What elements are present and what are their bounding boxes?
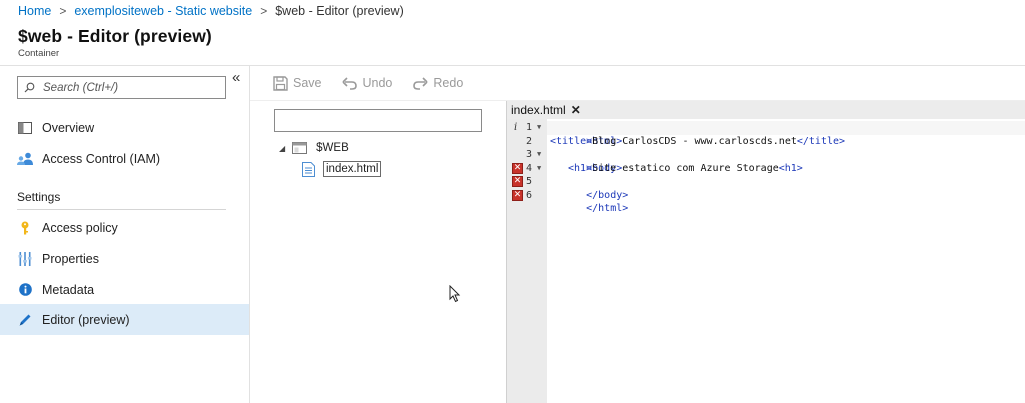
tree-file-label: index.html bbox=[323, 161, 382, 177]
gutter-line-2: 2 bbox=[507, 135, 547, 149]
undo-button[interactable]: Undo bbox=[341, 76, 393, 90]
sidebar: « Overview Access Control (IAM) Settings bbox=[0, 66, 250, 403]
breadcrumb-storage-account[interactable]: exemplositeweb - Static website bbox=[74, 4, 252, 18]
line-number: 5 bbox=[526, 176, 533, 187]
fold-arrow-icon[interactable]: ▼ bbox=[537, 162, 541, 176]
gutter-line-3: 3 ▼ bbox=[507, 148, 547, 162]
error-marker-icon[interactable]: ✕ bbox=[512, 162, 523, 174]
line-number: 1 bbox=[526, 122, 533, 133]
redo-icon bbox=[413, 76, 428, 90]
sidebar-item-label: Editor (preview) bbox=[42, 312, 130, 327]
save-icon bbox=[273, 75, 288, 91]
line-number: 6 bbox=[526, 189, 533, 201]
error-marker-icon[interactable]: ✕ bbox=[512, 176, 523, 187]
mouse-pointer-icon bbox=[449, 285, 461, 303]
gutter-line-6: ✕ 6 bbox=[507, 189, 547, 203]
file-icon bbox=[302, 161, 315, 177]
fold-arrow-icon[interactable]: ▼ bbox=[537, 148, 541, 162]
gutter-line-5: ✕ 5 bbox=[507, 175, 547, 189]
pencil-icon bbox=[17, 312, 33, 328]
code-line-4: <h1>Site estatico com Azure Storage<h1> bbox=[568, 162, 803, 174]
sidebar-item-metadata[interactable]: Metadata bbox=[0, 274, 249, 305]
save-label: Save bbox=[293, 76, 322, 90]
error-marker-icon[interactable]: ✕ bbox=[512, 189, 523, 201]
divider bbox=[17, 209, 226, 210]
file-filter-input[interactable] bbox=[274, 109, 482, 132]
gutter-line-4: ✕ 4 ▼ bbox=[507, 162, 547, 176]
redo-label: Redo bbox=[433, 76, 464, 90]
sidebar-item-properties[interactable]: Properties bbox=[0, 243, 249, 274]
section-label-settings: Settings bbox=[17, 190, 61, 204]
breadcrumb-home[interactable]: Home bbox=[18, 4, 51, 18]
sidebar-item-label: Metadata bbox=[42, 282, 95, 297]
sidebar-item-label: Properties bbox=[42, 251, 99, 266]
sidebar-item-label: Overview bbox=[42, 120, 95, 135]
search-box[interactable] bbox=[17, 76, 226, 99]
info-marker-icon[interactable]: i bbox=[514, 121, 517, 135]
page-subtitle: Container bbox=[18, 48, 60, 59]
code-line-2: <title>Blog CarlosCDS - www.carloscds.ne… bbox=[550, 135, 846, 147]
breadcrumb-current: $web - Editor (preview) bbox=[275, 3, 404, 18]
code-editor: index.html ✕ i 1 ▼ 2 3 ▼ ✕ 4 ▼ ✕ 5 ✕ 6 <… bbox=[506, 101, 1025, 403]
collapse-sidebar-button[interactable]: « bbox=[232, 69, 240, 86]
line-number: 4 bbox=[526, 162, 533, 174]
sidebar-item-editor[interactable]: Editor (preview) bbox=[0, 304, 249, 335]
page-header: $web - Editor (preview) Container bbox=[0, 21, 1025, 66]
line-number: 2 bbox=[526, 135, 533, 147]
fold-arrow-icon[interactable]: ▼ bbox=[537, 121, 541, 135]
code-line-6: </html> bbox=[586, 203, 629, 214]
close-tab-icon[interactable]: ✕ bbox=[571, 103, 581, 117]
key-icon bbox=[17, 220, 33, 236]
sidebar-item-access-policy[interactable]: Access policy bbox=[0, 212, 249, 243]
code-line-3: <body> bbox=[586, 162, 623, 174]
tab-label: index.html bbox=[511, 103, 566, 117]
editor-tab-strip: index.html ✕ bbox=[507, 101, 1025, 119]
undo-icon bbox=[341, 76, 357, 90]
chevron-right-icon: > bbox=[59, 3, 67, 18]
search-icon bbox=[24, 82, 35, 93]
code-line-1: <html> bbox=[586, 135, 623, 147]
code-text-area[interactable]: <html> <title>Blog CarlosCDS - www.carlo… bbox=[547, 119, 1025, 403]
container-icon bbox=[292, 142, 308, 154]
gutter-line-1: i 1 ▼ bbox=[507, 121, 547, 135]
chevron-right-icon: > bbox=[260, 3, 268, 18]
line-number: 3 bbox=[526, 149, 533, 160]
code-line-5: </body> bbox=[586, 189, 629, 201]
tree-root-web[interactable]: ◢ $WEB bbox=[279, 142, 349, 154]
save-button[interactable]: Save bbox=[273, 75, 322, 91]
search-input[interactable] bbox=[43, 81, 213, 94]
redo-button[interactable]: Redo bbox=[412, 76, 463, 90]
sidebar-item-label: Access Control (IAM) bbox=[42, 151, 161, 166]
sidebar-item-label: Access policy bbox=[42, 220, 118, 235]
editor-toolbar: Save Undo Redo bbox=[250, 66, 1025, 101]
editor-tab-index-html[interactable]: index.html ✕ bbox=[507, 101, 585, 119]
properties-icon bbox=[17, 251, 33, 267]
page-title: $web - Editor (preview) bbox=[18, 26, 212, 46]
iam-icon bbox=[17, 151, 33, 167]
undo-label: Undo bbox=[362, 76, 393, 90]
overview-icon bbox=[17, 120, 33, 136]
sidebar-item-access-control[interactable]: Access Control (IAM) bbox=[0, 143, 249, 174]
file-tree-pane: ◢ $WEB index.html bbox=[250, 101, 506, 403]
info-icon bbox=[17, 282, 33, 298]
tree-file-index-html[interactable]: index.html bbox=[302, 161, 382, 177]
breadcrumb: Home > exemplositeweb - Static website >… bbox=[0, 0, 1025, 21]
editor-gutter: i 1 ▼ 2 3 ▼ ✕ 4 ▼ ✕ 5 ✕ 6 bbox=[507, 119, 547, 403]
tree-root-label: $WEB bbox=[316, 142, 349, 154]
sidebar-item-overview[interactable]: Overview bbox=[0, 112, 249, 143]
expand-triangle-icon[interactable]: ◢ bbox=[279, 144, 285, 153]
